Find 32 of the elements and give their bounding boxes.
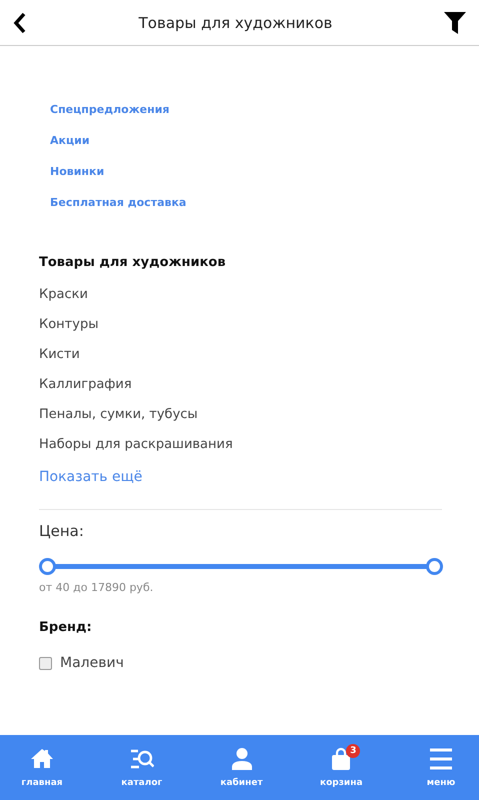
category-item[interactable]: Пеналы, сумки, тубусы xyxy=(39,406,198,424)
category-item[interactable]: Наборы для раскрашивания xyxy=(39,436,233,454)
home-icon xyxy=(30,747,54,771)
nav-item[interactable]: корзина 3 xyxy=(311,735,372,800)
catalog-search-icon xyxy=(130,747,154,771)
nav-item[interactable]: каталог xyxy=(112,735,172,800)
price-label: Цена: xyxy=(39,522,85,540)
nav-item[interactable]: главная xyxy=(12,735,72,800)
category-item[interactable]: Кисти xyxy=(39,346,80,364)
back-icon xyxy=(12,12,28,34)
nav-item[interactable]: кабинет xyxy=(212,735,272,800)
page-title: Товары для художников xyxy=(138,14,332,32)
nav-item[interactable]: меню xyxy=(411,735,471,800)
cart-count-badge: 3 xyxy=(346,744,360,758)
section-title: Товары для художников xyxy=(39,255,227,270)
filter-icon xyxy=(443,10,467,34)
quick-link[interactable]: Бесплатная доставка xyxy=(50,196,186,209)
back-button[interactable] xyxy=(12,12,28,34)
menu-icon xyxy=(429,747,453,771)
category-item[interactable]: Контуры xyxy=(39,316,98,334)
category-item[interactable]: Краски xyxy=(39,286,88,304)
user-icon xyxy=(230,747,254,771)
price-range: от 40 до 17890 руб. xyxy=(39,581,154,594)
brand-option[interactable]: Малевич xyxy=(60,655,124,671)
quick-link[interactable]: Акции xyxy=(50,134,90,147)
quick-link[interactable]: Новинки xyxy=(50,165,104,178)
quick-link[interactable]: Спецпредложения xyxy=(50,103,170,116)
category-item[interactable]: Каллиграфия xyxy=(39,376,132,394)
checkbox[interactable] xyxy=(39,656,52,670)
brand-label: Бренд: xyxy=(39,620,93,635)
show-more-link[interactable]: Показать ещё xyxy=(39,469,142,485)
filter-button[interactable] xyxy=(443,10,467,34)
